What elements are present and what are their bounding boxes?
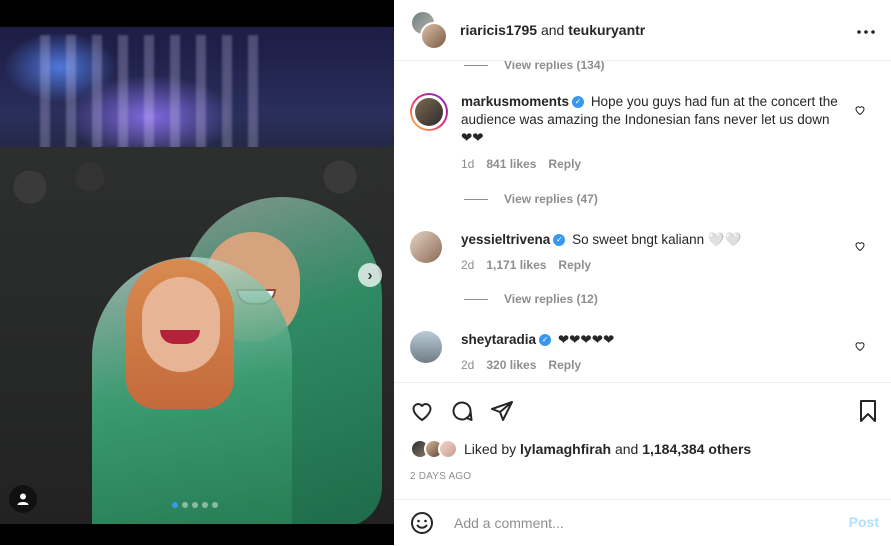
- bookmark-icon[interactable]: [856, 399, 880, 423]
- comment-body: markusmoments ✓ Hope you guys had fun at …: [461, 93, 841, 147]
- author-username[interactable]: riaricis1795: [460, 22, 537, 38]
- tagged-users-button[interactable]: [9, 485, 37, 513]
- verified-badge-icon: ✓: [572, 96, 585, 109]
- divider: [464, 298, 488, 300]
- comment-text: So sweet bngt kaliann 🤍🤍: [572, 232, 742, 247]
- comment-time: 2d: [461, 358, 475, 372]
- view-replies-label: View replies (47): [504, 192, 598, 206]
- post-comment-button[interactable]: Post: [849, 514, 879, 530]
- liked-by-text: Liked by lylamaghfirah and 1,184,384 oth…: [464, 441, 751, 457]
- like-comment-icon[interactable]: [854, 340, 866, 352]
- collab-avatars[interactable]: [410, 10, 450, 50]
- comment-username[interactable]: sheytaradia: [461, 332, 536, 347]
- reply-button[interactable]: Reply: [548, 358, 581, 372]
- view-replies-button[interactable]: View replies (47): [464, 192, 598, 206]
- carousel-dot: [172, 502, 178, 508]
- post-authors: riaricis1795 and teukuryantr: [460, 22, 645, 38]
- share-icon[interactable]: [490, 399, 514, 423]
- carousel-dot: [192, 502, 198, 508]
- liked-by-prefix: Liked by: [464, 441, 517, 457]
- view-replies-label: View replies (134): [504, 61, 605, 72]
- carousel-dot: [182, 502, 188, 508]
- view-replies-button[interactable]: View replies (12): [464, 292, 598, 306]
- avatar[interactable]: [410, 93, 448, 131]
- liked-by-user[interactable]: lylamaghfirah: [520, 441, 611, 457]
- comment-body: yessieltrivena ✓ So sweet bngt kaliann 🤍🤍: [461, 231, 841, 249]
- comment-username[interactable]: yessieltrivena: [461, 232, 550, 247]
- liked-by: Liked by lylamaghfirah and 1,184,384 oth…: [410, 439, 751, 459]
- view-replies-label: View replies (12): [504, 292, 598, 306]
- liked-by-count[interactable]: 1,184,384 others: [642, 441, 751, 457]
- emoji-icon[interactable]: [410, 511, 434, 535]
- comment-body: sheytaradia ✓ ❤❤❤❤❤: [461, 331, 841, 349]
- heart-icon[interactable]: [410, 399, 434, 423]
- comment-meta: 2d 320 likes Reply: [461, 358, 581, 372]
- view-replies-button[interactable]: View replies (134): [464, 61, 605, 72]
- woman-face: [142, 277, 220, 372]
- post-media: ›: [0, 0, 394, 545]
- post-header: riaricis1795 and teukuryantr: [394, 0, 891, 61]
- reply-button[interactable]: Reply: [548, 157, 581, 171]
- comments-list[interactable]: View replies (134) markusmoments ✓ Hope y…: [394, 61, 891, 381]
- comment-time: 2d: [461, 258, 475, 272]
- verified-badge-icon: ✓: [539, 334, 552, 347]
- comment-meta: 1d 841 likes Reply: [461, 157, 581, 171]
- post-actions: Liked by lylamaghfirah and 1,184,384 oth…: [394, 382, 891, 500]
- carousel-dot: [212, 502, 218, 508]
- more-options-icon[interactable]: [857, 18, 875, 39]
- author-username[interactable]: teukuryantr: [568, 22, 645, 38]
- comment-text: ❤❤❤❤❤: [557, 332, 615, 347]
- carousel-dot: [202, 502, 208, 508]
- avatar[interactable]: [410, 231, 442, 263]
- reply-button[interactable]: Reply: [558, 258, 591, 272]
- verified-badge-icon: ✓: [553, 234, 566, 247]
- add-comment-bar: Post: [394, 499, 891, 546]
- comment-likes[interactable]: 320 likes: [486, 358, 536, 372]
- carousel-indicator: [172, 502, 218, 508]
- user-icon: [17, 493, 29, 505]
- carousel-next-button[interactable]: ›: [358, 263, 382, 287]
- post-sidebar: riaricis1795 and teukuryantr View replie…: [394, 0, 891, 545]
- liked-by-and: and: [614, 441, 639, 457]
- comment-likes[interactable]: 841 likes: [486, 157, 536, 171]
- stage-lights: [40, 35, 260, 155]
- post-time[interactable]: 2 DAYS AGO: [410, 471, 471, 482]
- divider: [464, 64, 488, 66]
- post-photo[interactable]: [0, 27, 394, 524]
- comment-meta: 2d 1,171 likes Reply: [461, 258, 591, 272]
- comment-icon[interactable]: [450, 399, 474, 423]
- like-comment-icon[interactable]: [854, 104, 866, 116]
- author-joiner: and: [540, 22, 565, 38]
- avatar: [420, 22, 448, 50]
- avatar: [438, 439, 458, 459]
- comment-likes[interactable]: 1,171 likes: [486, 258, 546, 272]
- comment-input[interactable]: [452, 514, 816, 532]
- divider: [464, 198, 488, 200]
- avatar[interactable]: [410, 331, 442, 363]
- like-comment-icon[interactable]: [854, 240, 866, 252]
- comment-username[interactable]: markusmoments: [461, 94, 569, 109]
- comment-time: 1d: [461, 157, 475, 171]
